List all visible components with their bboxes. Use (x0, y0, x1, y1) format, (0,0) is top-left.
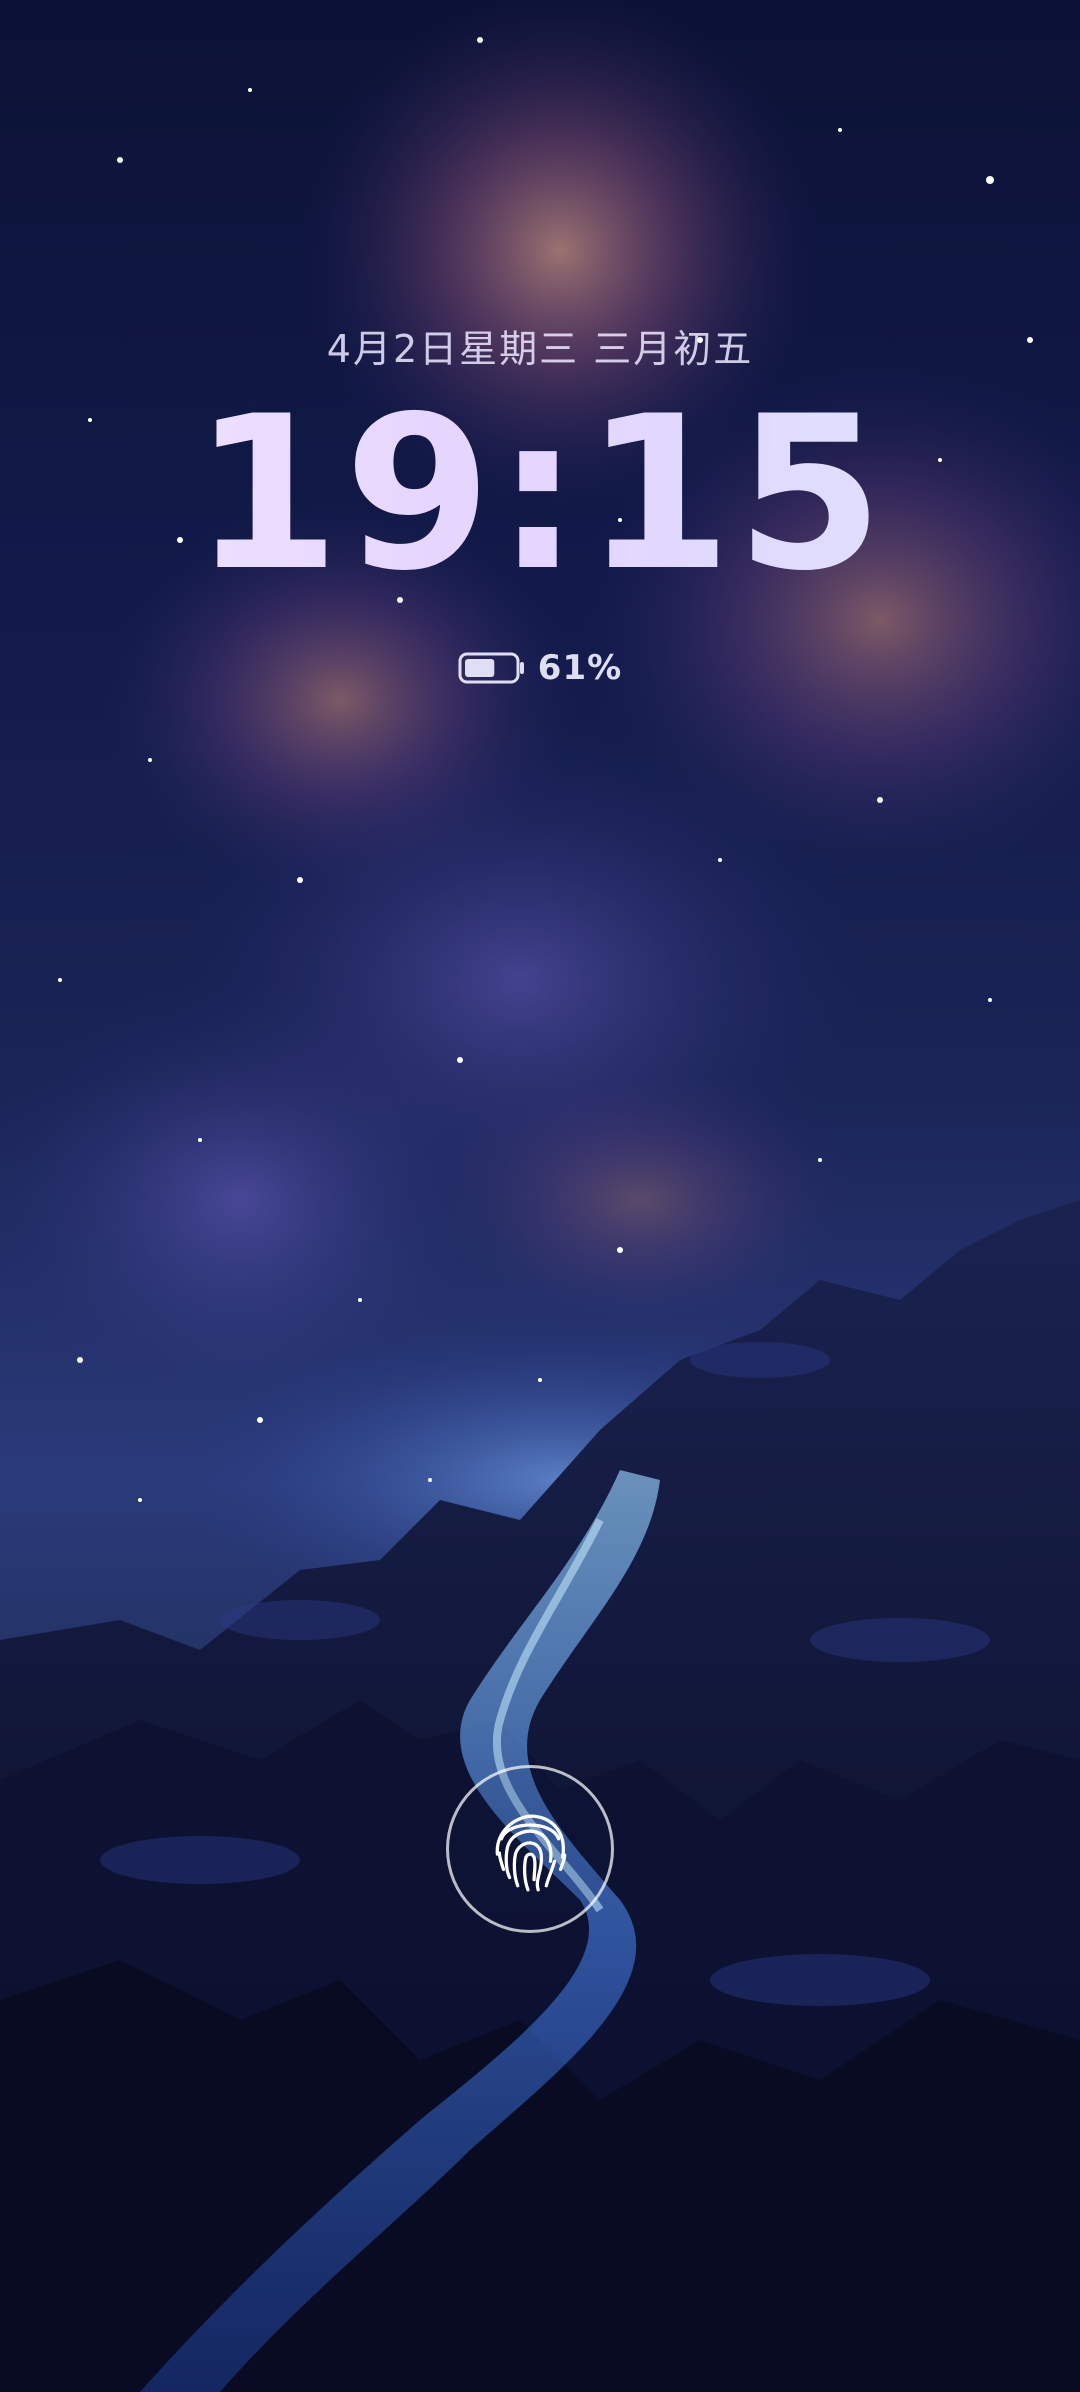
date-text: 4月2日星期三 三月初五 (326, 327, 754, 371)
battery-level-fill (464, 659, 495, 677)
battery-percent-text: 61% (537, 648, 623, 688)
clock-time: 19:15 (0, 388, 1080, 600)
fingerprint-button[interactable] (446, 1765, 614, 1933)
lock-info: 4月2日星期三 三月初五 19:15 61% (0, 330, 1080, 688)
battery-icon (458, 652, 524, 684)
fingerprint-icon (495, 1814, 567, 1892)
battery-status: 61% (0, 648, 1080, 688)
lock-screen: 4月2日星期三 三月初五 19:15 61% (0, 0, 1080, 2392)
